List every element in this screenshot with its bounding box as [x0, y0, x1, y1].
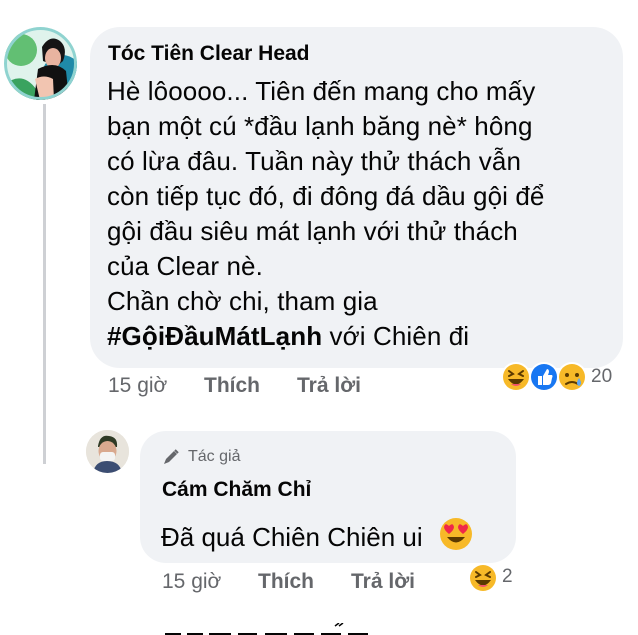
- like-button[interactable]: Thích: [204, 374, 260, 398]
- reply-author[interactable]: Cám Chăm Chỉ: [162, 478, 311, 502]
- comment-line: của Clear nè.: [107, 251, 263, 281]
- author-badge-label: Tác giả: [188, 448, 241, 465]
- avatar[interactable]: [4, 27, 77, 100]
- comment-line: Hè lôoooo... Tiên đến mang cho mấy: [107, 76, 536, 106]
- previous-comment-fragment: [118, 0, 134, 6]
- comment-time[interactable]: 15 giờ: [108, 374, 167, 398]
- reply-avatar[interactable]: [86, 430, 129, 473]
- next-comment-fragment: [165, 623, 368, 635]
- reply-reaction-count[interactable]: 2: [502, 566, 513, 588]
- profile-photo-icon: [4, 27, 77, 100]
- sad-emoji-icon: [557, 362, 587, 392]
- laugh-emoji-icon: [501, 362, 531, 392]
- comment-line: #GộiĐầuMátLạnh với Chiên đi: [107, 319, 612, 354]
- reply-button[interactable]: Trả lời: [297, 374, 361, 398]
- comment-line: Chần chờ chi, tham gia: [107, 286, 378, 316]
- reply-text: Đã quá Chiên Chiên ui: [161, 517, 473, 553]
- comment-line: gội đầu siêu mát lạnh với thử thách: [107, 216, 518, 246]
- comment-line: có lừa đâu. Tuần này thử thách vẫn: [107, 146, 522, 176]
- reply-reply-button[interactable]: Trả lời: [351, 570, 415, 594]
- reaction-count[interactable]: 20: [591, 366, 612, 388]
- reply-text-content: Đã quá Chiên Chiên ui: [161, 522, 423, 552]
- hashtag-link[interactable]: #GộiĐầuMátLạnh: [107, 321, 322, 351]
- comment-text: Hè lôoooo... Tiên đến mang cho mấy bạn m…: [107, 74, 612, 354]
- reply-time[interactable]: 15 giờ: [162, 570, 221, 594]
- reply-like-button[interactable]: Thích: [258, 570, 314, 594]
- laugh-emoji-icon: [468, 563, 498, 593]
- comment-line: bạn một cú *đầu lạnh băng nè* hông: [107, 111, 533, 141]
- reaction-summary[interactable]: [500, 361, 588, 393]
- reply-reaction-summary[interactable]: [467, 562, 499, 594]
- comment-line: còn tiếp tục đó, đi đông đá dầu gội để: [107, 181, 545, 211]
- author-badge: Tác giả: [162, 447, 240, 467]
- comment-line-suffix: với Chiên đi: [322, 321, 470, 351]
- pencil-icon: [164, 449, 179, 464]
- comment-author[interactable]: Tóc Tiên Clear Head: [108, 42, 310, 66]
- heart-eyes-emoji-icon: [439, 518, 472, 550]
- thread-line: [43, 104, 46, 464]
- profile-photo-icon: [86, 430, 129, 473]
- like-emoji-icon: [529, 362, 559, 392]
